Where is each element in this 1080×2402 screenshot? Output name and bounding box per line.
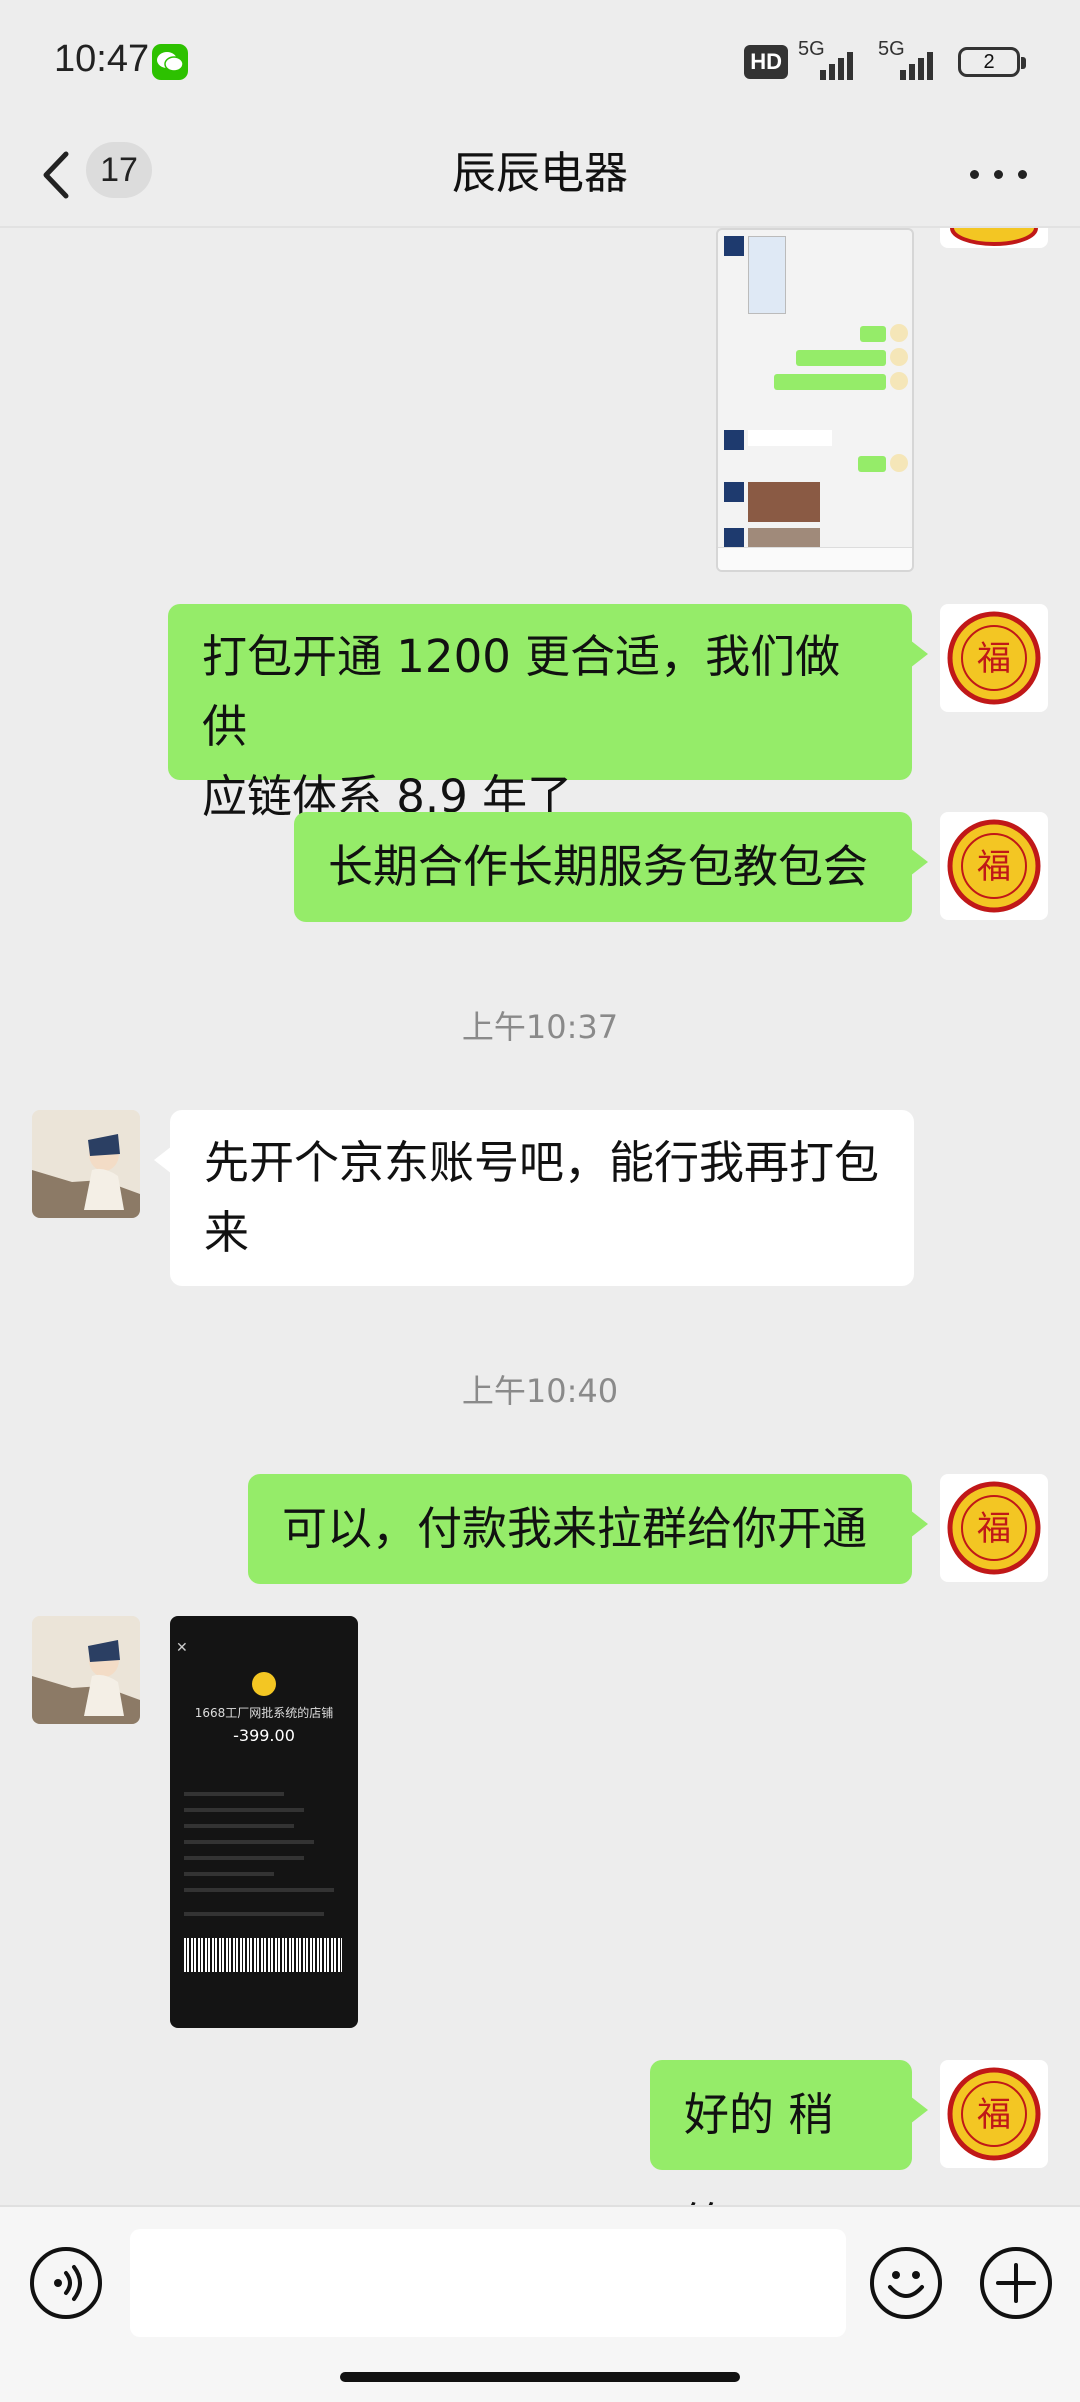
svg-text:福: 福 xyxy=(977,1509,1011,1549)
payment-amount: -399.00 xyxy=(233,1726,295,1745)
message-bubble-contact[interactable]: 先开个京东账号吧，能行我再打包 来 xyxy=(154,1110,914,1286)
barcode xyxy=(184,1938,342,1972)
image-message-chat-screenshot[interactable] xyxy=(716,228,914,572)
status-indicators: HD 5G 5G 2 xyxy=(744,38,1026,84)
voice-input-button[interactable] xyxy=(30,2247,102,2319)
avatar-self[interactable]: 福 xyxy=(940,1474,1048,1582)
plus-icon xyxy=(996,2263,1036,2303)
close-icon: ✕ xyxy=(176,1640,188,1656)
emoji-button[interactable] xyxy=(870,2247,942,2319)
payment-merchant-name: 1668工厂网批系统的店铺 xyxy=(194,1706,334,1720)
message-timestamp: 上午10:37 xyxy=(461,1008,619,1046)
avatar-contact[interactable] xyxy=(32,1616,140,1724)
voice-icon xyxy=(54,2265,82,2301)
message-bubble-self[interactable]: 打包开通 1200 更合适，我们做供 应链体系 8.9 年了 xyxy=(168,604,928,823)
message-text-line: 来 xyxy=(204,1206,250,1259)
message-text-line: 打包开通 1200 更合适，我们做供 xyxy=(202,630,841,753)
message-text: 可以，付款我来拉群给你开通 xyxy=(282,1502,868,1555)
avatar-self[interactable]: 福 xyxy=(940,2060,1048,2168)
status-bar: 10:47 HD 5G 5G 2 xyxy=(0,0,1080,130)
message-bubble-self[interactable]: 可以，付款我来拉群给你开通 xyxy=(248,1474,928,1584)
svg-text:福: 福 xyxy=(977,639,1011,679)
svg-text:福: 福 xyxy=(977,2095,1011,2135)
more-options-button[interactable] xyxy=(970,154,1030,194)
signal-icon: 5G xyxy=(798,38,868,82)
battery-icon: 2 xyxy=(958,47,1026,77)
message-bubble-self[interactable]: 好的 稍等 xyxy=(650,2060,928,2251)
header-divider xyxy=(0,226,1080,228)
message-timestamp: 上午10:40 xyxy=(461,1372,619,1410)
avatar-self[interactable] xyxy=(940,228,1048,248)
signal-icon: 5G xyxy=(878,38,948,82)
chat-header: 17 辰辰电器 xyxy=(0,130,1080,226)
avatar-self[interactable]: 福 xyxy=(940,812,1048,920)
message-input[interactable] xyxy=(130,2229,846,2337)
home-indicator[interactable] xyxy=(340,2372,740,2382)
avatar-contact[interactable] xyxy=(32,1110,140,1218)
wechat-notification-icon xyxy=(152,44,188,80)
image-message-payment-receipt[interactable]: ✕ 1668工厂网批系统的店铺 -399.00 xyxy=(170,1616,358,2028)
status-time: 10:47 xyxy=(54,38,150,80)
svg-text:福: 福 xyxy=(977,847,1011,887)
payment-merchant-logo xyxy=(252,1672,276,1696)
avatar-self[interactable]: 福 xyxy=(940,604,1048,712)
message-text: 长期合作长期服务包教包会 xyxy=(328,840,869,893)
hd-badge: HD xyxy=(744,45,788,79)
message-bubble-self[interactable]: 长期合作长期服务包教包会 xyxy=(294,812,928,922)
chat-title: 辰辰电器 xyxy=(452,148,628,199)
more-actions-button[interactable] xyxy=(980,2247,1052,2319)
smiley-icon xyxy=(888,2271,924,2298)
message-text-line: 先开个京东账号吧，能行我再打包 xyxy=(204,1136,880,1189)
